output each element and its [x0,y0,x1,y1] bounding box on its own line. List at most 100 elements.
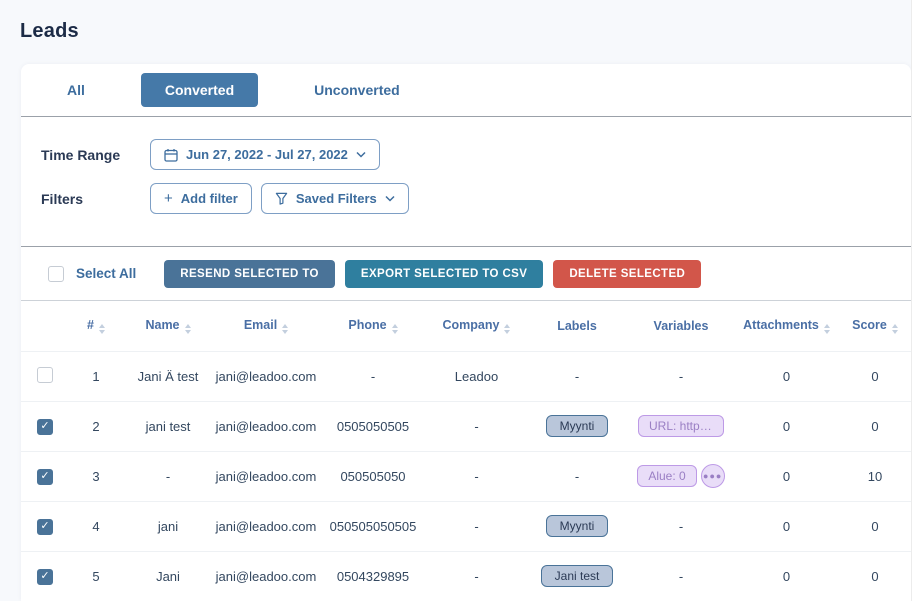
sort-down-arrow [824,330,830,334]
cell-email: jani@leadoo.com [213,451,319,501]
row-checkbox[interactable]: ✓ [37,469,53,485]
delete-selected-button[interactable]: DELETE SELECTED [553,260,701,288]
export-selected-button[interactable]: EXPORT SELECTED TO CSV [345,260,543,288]
row-checkbox[interactable]: ✓ [37,419,53,435]
resend-selected-button[interactable]: RESEND SELECTED TO [164,260,335,288]
cell-score: 0 [839,501,911,551]
cell-variables: Alue: 0●●● [628,451,734,501]
cell-checkbox: ✓ [21,501,69,551]
more-variables-button[interactable]: ●●● [701,464,725,488]
column-header-score[interactable]: Score [839,301,911,351]
cell-checkbox: ✓ [21,401,69,451]
cell-phone: 0504329895 [319,551,427,601]
cell-name: jani test [123,401,213,451]
cell-company: - [427,401,526,451]
cell-score: 10 [839,451,911,501]
time-range-label: Time Range [41,147,150,163]
column-header-attachments[interactable]: Attachments [734,301,839,351]
cell-name: - [123,451,213,501]
cell-checkbox: ✓ [21,551,69,601]
cell-company: - [427,501,526,551]
cell-company: Leadoo [427,351,526,401]
cell-company: - [427,451,526,501]
row-checkbox[interactable]: ✓ [37,569,53,585]
column-header-num[interactable]: # [69,301,123,351]
cell-variables: URL: https:... [628,401,734,451]
tab-converted[interactable]: Converted [141,73,258,107]
filters-label: Filters [41,191,150,207]
cell-labels: Myynti [526,401,628,451]
label-pill: Myynti [546,515,609,537]
cell-labels: - [526,451,628,501]
column-label: Score [852,318,887,332]
column-header-email[interactable]: Email [213,301,319,351]
filter-section: Time Range Jun 27, 2022 - Jul 27, 2022 F… [21,117,911,247]
column-header-labels: Labels [526,301,628,351]
cell-email: jani@leadoo.com [213,351,319,401]
sort-up-arrow [282,324,288,328]
cell-phone: 050505050 [319,451,427,501]
column-label: Phone [348,318,386,332]
select-all-label[interactable]: Select All [76,266,136,281]
select-all-checkbox[interactable] [48,266,64,282]
sort-down-arrow [99,330,105,334]
sort-up-arrow [99,324,105,328]
cell-num: 5 [69,551,123,601]
cell-score: 0 [839,351,911,401]
leads-table: # Name Email Phone Company Labels Variables Att… [21,301,911,601]
scrollbar-gutter[interactable] [911,0,918,601]
cell-attachments: 0 [734,401,839,451]
column-label: Name [145,318,179,332]
saved-filters-label: Saved Filters [296,191,377,206]
cell-name: Jani [123,551,213,601]
sort-down-arrow [392,330,398,334]
sort-down-arrow [282,330,288,334]
table-row: ✓3-jani@leadoo.com050505050--Alue: 0●●●0… [21,451,911,501]
filters-row: Filters + Add filter Saved Filters [21,183,911,214]
sort-down-arrow [892,330,898,334]
cell-email: jani@leadoo.com [213,551,319,601]
cell-attachments: 0 [734,501,839,551]
column-header-phone[interactable]: Phone [319,301,427,351]
cell-attachments: 0 [734,451,839,501]
sort-up-arrow [392,324,398,328]
cell-variables: - [628,501,734,551]
chevron-down-icon [356,151,366,158]
column-header-company[interactable]: Company [427,301,526,351]
sort-icon [99,324,105,334]
cell-variables: - [628,551,734,601]
add-filter-button[interactable]: + Add filter [150,183,252,214]
table-row: ✓5Janijani@leadoo.com0504329895-Jani tes… [21,551,911,601]
cell-labels: Myynti [526,501,628,551]
funnel-icon [275,192,288,205]
cell-checkbox [21,351,69,401]
variable-pill: URL: https:... [638,415,724,437]
column-label: Variables [654,319,709,333]
row-checkbox[interactable] [37,367,53,383]
cell-num: 4 [69,501,123,551]
table-row: ✓4janijani@leadoo.com050505050505-Myynti… [21,501,911,551]
tab-unconverted[interactable]: Unconverted [314,82,400,98]
sort-icon [392,324,398,334]
row-checkbox[interactable]: ✓ [37,519,53,535]
cell-checkbox: ✓ [21,451,69,501]
cell-score: 0 [839,551,911,601]
add-filter-label: Add filter [181,191,238,206]
date-range-value: Jun 27, 2022 - Jul 27, 2022 [186,147,348,162]
cell-name: jani [123,501,213,551]
cell-num: 1 [69,351,123,401]
column-label: Company [443,318,500,332]
column-label: Attachments [743,318,819,332]
bulk-actions-row: Select All RESEND SELECTED TO EXPORT SEL… [21,247,911,301]
sort-up-arrow [185,324,191,328]
variable-pill: Alue: 0 [637,465,696,487]
tab-all[interactable]: All [67,82,85,98]
date-range-button[interactable]: Jun 27, 2022 - Jul 27, 2022 [150,139,380,170]
time-range-row: Time Range Jun 27, 2022 - Jul 27, 2022 [21,139,911,170]
cell-name: Jani Ä test [123,351,213,401]
saved-filters-button[interactable]: Saved Filters [261,183,409,214]
column-label: Email [244,318,277,332]
sort-down-arrow [185,330,191,334]
leads-table-body: 1Jani Ä testjani@leadoo.com-Leadoo--00✓2… [21,351,911,601]
column-header-name[interactable]: Name [123,301,213,351]
